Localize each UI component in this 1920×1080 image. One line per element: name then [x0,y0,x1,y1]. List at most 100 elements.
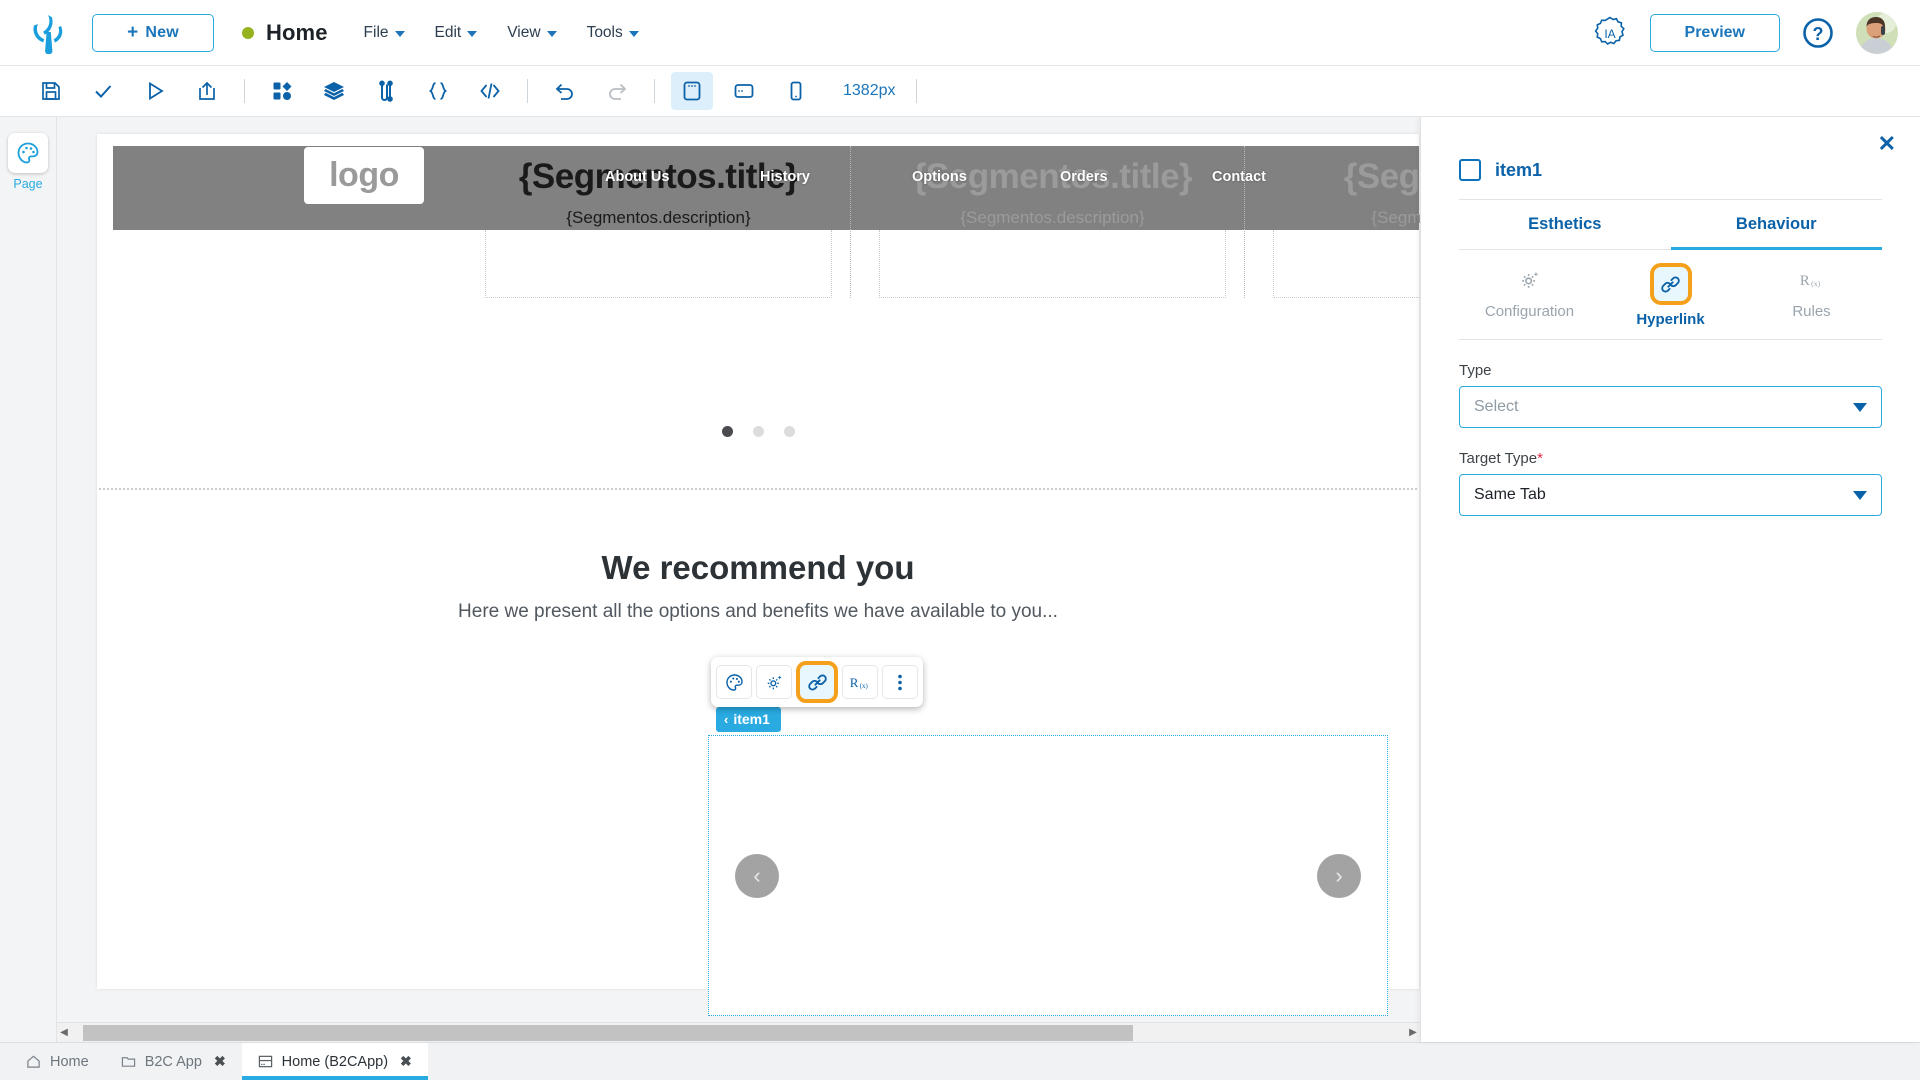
more-vertical-icon[interactable] [882,665,918,699]
new-button[interactable]: + New [92,13,214,52]
scrollbar-thumb[interactable] [83,1024,1133,1041]
subtab-rules[interactable]: R (x) Rules [1741,250,1882,339]
nav-link-about-us[interactable]: About Us [605,169,669,185]
menu-tools[interactable]: Tools [587,24,639,42]
chevron-down-icon [1853,490,1867,500]
question-circle-icon[interactable]: ? [1802,17,1834,49]
widget-floating-toolbar: R (x) [711,657,923,707]
avatar[interactable] [1856,11,1898,54]
palette-icon[interactable] [716,665,752,699]
viewport-width-label: 1382px [843,82,896,99]
toolbar-divider-3 [654,79,655,103]
subtab-configuration-label: Configuration [1484,303,1575,320]
selected-widget-box[interactable]: ‹ › [708,735,1388,1016]
components-icon[interactable] [261,72,303,110]
svg-text:R: R [849,675,858,690]
window-icon [258,1054,273,1069]
menu-tools-label: Tools [586,23,623,41]
close-icon[interactable]: ✖ [400,1053,412,1070]
redo-icon[interactable] [596,72,638,110]
chevron-down-icon [546,31,557,37]
scroll-left-arrow-icon[interactable]: ◀ [57,1027,71,1038]
tab-esthetics[interactable]: Esthetics [1459,200,1671,250]
field-target-type-text: Target Type [1459,450,1538,467]
page-status: Home [242,20,328,46]
carousel-prev-button[interactable]: ‹ [735,853,779,898]
export-icon[interactable] [186,72,228,110]
subtab-configuration[interactable]: Configuration [1459,250,1600,339]
rules-rx-icon[interactable]: R (x) [842,665,878,699]
menu-file[interactable]: File [364,24,405,42]
play-icon[interactable] [134,72,176,110]
nav-link-orders[interactable]: Orders [1060,169,1108,185]
target-type-select[interactable]: Same Tab [1459,474,1882,516]
carousel-next-button[interactable]: › [1317,853,1361,898]
target-type-select-value: Same Tab [1474,486,1546,503]
bottom-tab-bar: Home B2C App ✖ Home (B2CApp) ✖ [0,1042,1920,1080]
panel-tabs: Esthetics Behaviour [1459,200,1882,250]
close-icon[interactable]: ✖ [214,1053,226,1070]
bottom-tab-home-b2capp[interactable]: Home (B2CApp) ✖ [241,1043,428,1080]
subtab-hyperlink[interactable]: Hyperlink [1600,250,1741,339]
segment-body [485,230,832,298]
carousel-dot-2[interactable] [752,426,764,437]
close-icon[interactable]: ✕ [1878,133,1896,155]
folder-icon [121,1054,136,1069]
selection-badge[interactable]: ‹ item1 [716,707,781,732]
chevron-down-icon [1853,402,1867,412]
code-icon[interactable] [469,72,511,110]
carousel-dot-3[interactable] [783,426,795,437]
page-title: Home [266,19,328,45]
layers-icon[interactable] [313,72,355,110]
home-icon [26,1054,41,1069]
menu-edit[interactable]: Edit [435,24,478,42]
svg-text:(x): (x) [1811,279,1820,288]
save-icon[interactable] [30,72,72,110]
bottom-tab-home[interactable]: Home [10,1043,105,1080]
site-nav-links: About Us History Options Orders Contact [97,134,1419,218]
nav-link-options[interactable]: Options [912,169,967,185]
field-target-type: Target Type* Same Tab [1459,450,1882,516]
scroll-right-arrow-icon[interactable]: ▶ [1406,1027,1420,1038]
left-rail: Page [0,117,57,1042]
chevron-down-icon [394,31,405,37]
section-subtitle: Here we present all the options and bene… [458,601,1058,622]
flow-icon[interactable] [365,72,407,110]
preview-button[interactable]: Preview [1649,13,1780,52]
menu-view[interactable]: View [507,24,557,42]
editor-toolbar: 1382px [0,65,1920,117]
nav-link-contact[interactable]: Contact [1212,169,1266,185]
type-select[interactable]: Select [1459,386,1882,428]
tablet-icon[interactable] [723,72,765,110]
frog-logo-icon[interactable] [28,12,70,54]
subtab-rules-label: Rules [1792,303,1831,320]
ia-badge-icon[interactable]: IA [1592,15,1628,51]
canvas-viewport: {Segmentos.title} {Segmentos.description… [57,117,1420,1042]
new-button-label: New [145,23,179,41]
scrollbar-track[interactable] [71,1023,1406,1043]
gear-sparkle-icon[interactable] [756,665,792,699]
canvas-hscrollbar[interactable]: ◀ ▶ [57,1022,1420,1042]
page-canvas: {Segmentos.title} {Segmentos.description… [97,134,1420,1016]
desktop-icon[interactable] [671,72,713,110]
undo-icon[interactable] [544,72,586,110]
item-checkbox[interactable] [1459,159,1481,181]
bottom-tab-b2c-app-label: B2C App [144,1053,202,1070]
nav-link-history[interactable]: History [760,169,810,185]
chevron-down-icon [628,31,639,37]
carousel-dot-1[interactable] [721,426,733,437]
properties-panel: ✕ item1 Esthetics Behaviour Configuratio… [1420,117,1920,1042]
menu-bar: File Edit View Tools [364,24,639,42]
tab-behaviour[interactable]: Behaviour [1670,200,1882,250]
braces-icon[interactable] [417,72,459,110]
segment-body [1273,230,1420,298]
bottom-tab-b2c-app[interactable]: B2C App ✖ [105,1043,242,1080]
link-icon[interactable] [796,661,838,703]
segment-body [879,230,1226,298]
svg-text:?: ? [1813,24,1824,44]
check-icon[interactable] [82,72,124,110]
panel-item-name: item1 [1495,159,1543,180]
rail-item-page[interactable]: Page [8,133,48,191]
subtab-hyperlink-label: Hyperlink [1636,311,1705,328]
mobile-icon[interactable] [775,72,817,110]
